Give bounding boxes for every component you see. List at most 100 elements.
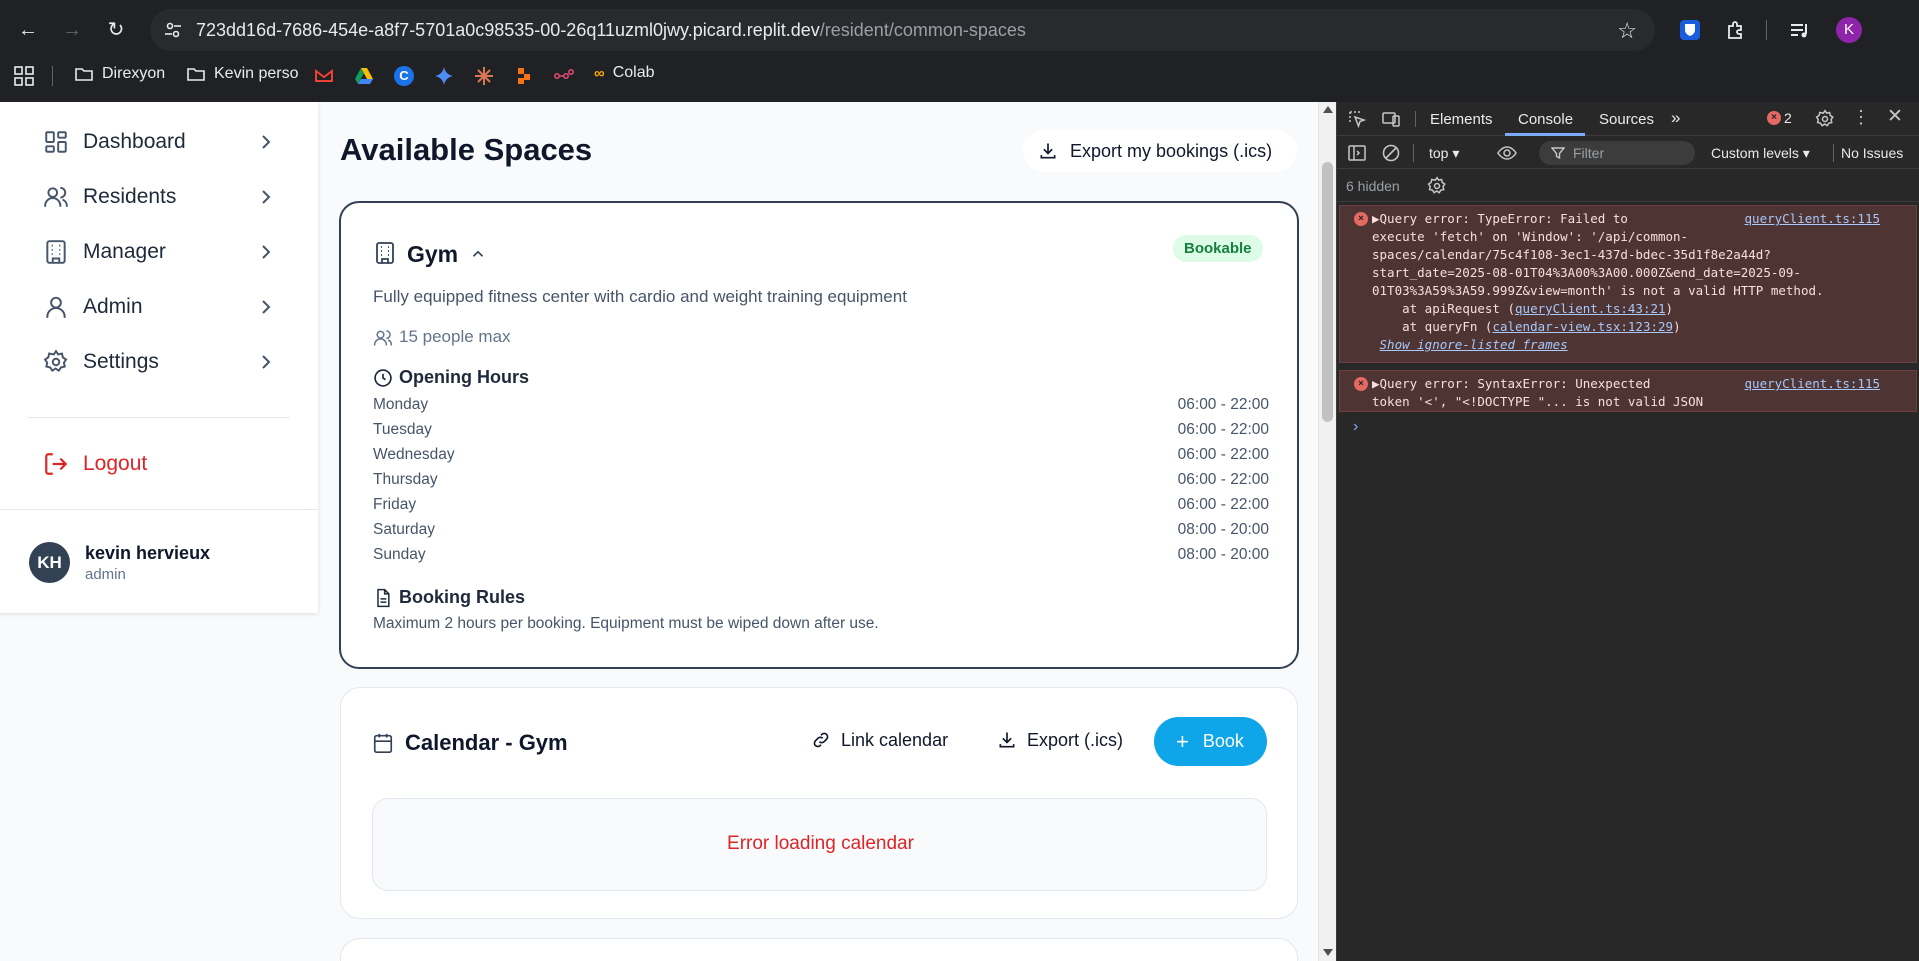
console-toolbar: top ▾ Filter Custom levels ▾ No Issues <box>1337 137 1919 169</box>
plus-icon: + <box>1176 728 1189 754</box>
calendar-title: Calendar - Gym <box>405 730 568 755</box>
hours-time: 06:00 - 22:00 <box>1177 471 1269 488</box>
message-source-link[interactable]: queryClient.ts:115 <box>1745 375 1880 393</box>
media-control-icon[interactable] <box>1788 18 1812 42</box>
avatar[interactable]: KH <box>29 542 70 583</box>
address-bar[interactable]: 723dd16d-7686-454e-a8f7-5701a0c98535-00-… <box>150 9 1655 51</box>
show-ignore-listed-link[interactable]: Show ignore-listed frames <box>1380 337 1568 352</box>
google-drive-icon[interactable] <box>354 66 374 86</box>
sidebar-item-admin[interactable]: Admin <box>28 285 278 329</box>
inspect-element-icon[interactable] <box>1347 109 1367 129</box>
sidebar-item-residents[interactable]: Residents <box>28 175 278 219</box>
link-calendar-button[interactable]: Link calendar <box>797 720 969 760</box>
download-icon <box>999 732 1015 748</box>
sidebar-toggle-icon[interactable] <box>1347 143 1367 163</box>
hours-time: 08:00 - 20:00 <box>1177 546 1269 563</box>
clear-console-icon[interactable] <box>1381 143 1401 163</box>
hours-time: 06:00 - 22:00 <box>1177 421 1269 438</box>
sidebar-item-manager[interactable]: Manager <box>28 230 278 274</box>
console-prompt-chevron-icon[interactable]: › <box>1353 418 1358 436</box>
hours-day: Tuesday <box>373 421 432 438</box>
device-toolbar-icon[interactable] <box>1381 109 1401 129</box>
devtools-panel: Elements Console Sources » × 2 ⋮ ✕ top ▾ … <box>1336 102 1919 961</box>
url-host: 723dd16d-7686-454e-a8f7-5701a0c98535-00-… <box>196 20 820 40</box>
space-description: Fully equipped fitness center with cardi… <box>373 287 907 306</box>
stack-frame-link[interactable]: queryClient.ts:43:21 <box>1515 301 1666 316</box>
error-x-icon: × <box>1767 111 1781 125</box>
chevron-up-icon[interactable] <box>469 245 487 263</box>
url-path: /resident/common-spaces <box>819 20 1026 40</box>
apps-grid-icon[interactable] <box>14 66 34 86</box>
main-content: Available Spaces Export my bookings (.ic… <box>338 102 1299 961</box>
tab-console[interactable]: Console <box>1518 111 1573 128</box>
gemini-sparkle-icon[interactable] <box>434 66 454 86</box>
bookmark-direxyon[interactable]: Direxyon <box>74 64 165 84</box>
folder-icon <box>187 68 205 81</box>
bookmark-colab[interactable]: ∞ Colab <box>594 64 655 82</box>
bookmark-kevin-perso[interactable]: Kevin perso <box>186 64 299 84</box>
logout-label: Logout <box>83 452 148 475</box>
back-arrow-icon[interactable]: ← <box>16 18 40 42</box>
profile-avatar[interactable]: K <box>1836 17 1862 43</box>
tab-sources[interactable]: Sources <box>1599 111 1654 128</box>
export-ics-button[interactable]: Export (.ics) <box>983 720 1139 760</box>
scrollbar-thumb[interactable] <box>1322 162 1333 422</box>
console-settings-gear-icon[interactable] <box>1427 176 1447 196</box>
more-tabs-icon[interactable]: » <box>1671 108 1680 128</box>
claude-icon[interactable] <box>474 66 494 86</box>
eye-icon[interactable] <box>1497 143 1517 163</box>
chevron-right-icon <box>262 135 271 149</box>
more-options-icon[interactable]: ⋮ <box>1851 107 1871 127</box>
forward-arrow-icon[interactable]: → <box>60 18 84 42</box>
issues-button[interactable]: No Issues <box>1841 145 1903 161</box>
bookmark-star-icon[interactable]: ☆ <box>1617 18 1637 44</box>
scroll-up-arrow-icon[interactable] <box>1323 106 1333 113</box>
reload-icon[interactable]: ↻ <box>104 18 128 42</box>
user-role: admin <box>85 566 126 583</box>
context-select[interactable]: top ▾ <box>1429 145 1459 162</box>
sidebar-item-settings[interactable]: Settings <box>28 340 278 384</box>
console-error-message[interactable]: × ▶Query error: SyntaxError: Unexpected … <box>1339 370 1917 412</box>
site-settings-icon[interactable] <box>164 21 182 39</box>
gmail-icon[interactable] <box>314 66 334 86</box>
scroll-down-arrow-icon[interactable] <box>1323 949 1333 956</box>
booking-rules-title: Booking Rules <box>399 587 526 607</box>
error-count-badge[interactable]: × 2 <box>1767 110 1792 126</box>
close-icon[interactable]: ✕ <box>1885 107 1905 127</box>
export-my-bookings-button[interactable]: Export my bookings (.ics) <box>1023 130 1297 172</box>
logout-button[interactable]: Logout <box>28 442 278 486</box>
filter-placeholder: Filter <box>1573 145 1605 161</box>
link-icon <box>813 732 829 748</box>
page-scrollbar[interactable] <box>1318 102 1336 961</box>
console-error-message[interactable]: × ▶Query error: TypeError: Failed to exe… <box>1339 205 1917 363</box>
gear-icon[interactable] <box>1815 109 1835 129</box>
n8n-icon[interactable] <box>554 66 574 86</box>
expand-triangle-icon[interactable]: ▶ <box>1372 376 1380 391</box>
opening-hours-title: Opening Hours <box>399 367 529 387</box>
book-button[interactable]: + Book <box>1154 717 1267 766</box>
hours-day: Wednesday <box>373 446 455 463</box>
coursera-icon[interactable]: C <box>394 66 414 86</box>
stack-frame-link[interactable]: calendar-view.tsx:123:29 <box>1492 319 1673 334</box>
log-levels-select[interactable]: Custom levels ▾ <box>1711 145 1810 162</box>
bitwarden-shield-icon[interactable] <box>1678 18 1702 42</box>
sidebar-item-dashboard[interactable]: Dashboard <box>28 120 278 164</box>
hours-row: Wednesday 06:00 - 22:00 <box>373 446 1269 470</box>
hours-day: Sunday <box>373 546 426 563</box>
active-tab-indicator <box>1505 133 1585 136</box>
extensions-puzzle-icon[interactable] <box>1724 18 1748 42</box>
url-text: 723dd16d-7686-454e-a8f7-5701a0c98535-00-… <box>196 20 1026 41</box>
sidebar-item-label: Settings <box>83 350 159 373</box>
console-filter-input[interactable]: Filter <box>1539 141 1695 165</box>
figma-like-icon[interactable] <box>514 66 534 86</box>
chevron-right-icon <box>262 245 271 259</box>
colab-icon: ∞ <box>594 64 605 82</box>
bookmark-label: Colab <box>612 64 655 81</box>
error-x-icon: × <box>1354 212 1368 226</box>
space-card: Gym Bookable Fully equipped fitness cent… <box>339 201 1299 669</box>
expand-triangle-icon[interactable]: ▶ <box>1372 211 1380 226</box>
booking-rules-text: Maximum 2 hours per booking. Equipment m… <box>373 615 879 632</box>
tab-elements[interactable]: Elements <box>1430 111 1493 128</box>
message-source-link[interactable]: queryClient.ts:115 <box>1745 210 1880 228</box>
sidebar-divider <box>28 417 290 418</box>
